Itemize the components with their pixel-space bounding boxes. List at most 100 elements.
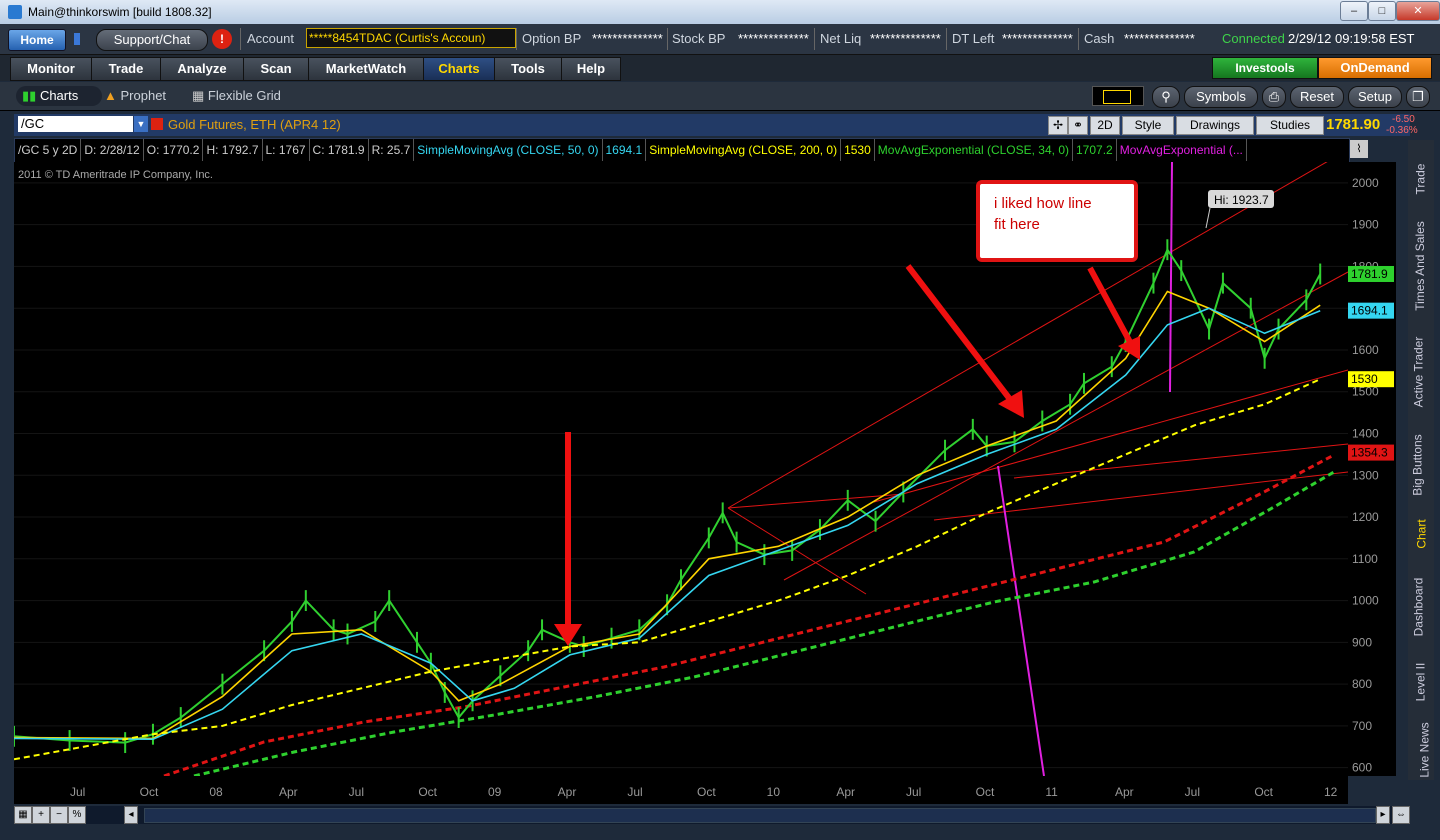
vtab-times-and-sales[interactable]: Times And Sales — [1408, 204, 1434, 314]
tab-help[interactable]: Help — [561, 57, 621, 81]
y-tick-label: 1100 — [1352, 552, 1378, 566]
study-range: R: 25.7 — [369, 139, 415, 161]
tab-monitor[interactable]: Monitor — [10, 57, 92, 81]
charts-subtoolbar: ▮▮ Charts ▲ Prophet ▦ Flexible Grid ⚲ Sy… — [0, 82, 1440, 111]
symbol-input[interactable]: /GC — [18, 116, 133, 132]
y-tick-label: 1300 — [1352, 468, 1379, 482]
vtab-level-ii[interactable]: Level II — [1408, 646, 1434, 704]
study-symbol: /GC 5 y 2D — [15, 139, 82, 161]
style-label: Style — [1134, 118, 1162, 132]
print-icon[interactable]: ⎙ — [1262, 86, 1286, 108]
investools-button[interactable]: Investools — [1212, 57, 1318, 79]
vtab-big-buttons[interactable]: Big Buttons — [1408, 418, 1434, 498]
y-tick-label: 600 — [1352, 761, 1372, 775]
alert-icon[interactable]: ! — [212, 29, 232, 49]
x-tick-label: Oct — [418, 785, 437, 799]
detach-icon[interactable]: ❐ — [1406, 86, 1430, 108]
tab-trade[interactable]: Trade — [91, 57, 161, 81]
vtab-live-news[interactable]: Live News — [1408, 710, 1434, 777]
zoom-out-icon[interactable]: − — [50, 806, 68, 824]
study-ema34-value: 1707.2 — [1073, 139, 1117, 161]
vtab-chart[interactable]: Chart — [1408, 504, 1434, 550]
annotation-callout[interactable]: i liked how line fit here — [976, 180, 1138, 262]
layout-icon[interactable]: ▦ — [14, 806, 32, 824]
scroll-left-icon[interactable]: ◂ — [124, 806, 138, 824]
x-tick-label: 10 — [767, 785, 781, 799]
y-tick-label: 700 — [1352, 719, 1372, 733]
support-chat-button[interactable]: Support/Chat — [96, 29, 208, 51]
drawing-color-box[interactable] — [1092, 86, 1144, 106]
dtleft-label: DT Left — [952, 31, 995, 46]
minimize-button[interactable]: – — [1340, 1, 1368, 21]
account-select[interactable]: *****8454TDAC (Curtis's Accoun) — [306, 28, 516, 48]
x-tick-label: Apr — [558, 785, 577, 799]
x-tick-label: Jul — [1185, 785, 1200, 799]
wrench-icon[interactable]: ⚲ — [1152, 86, 1180, 108]
study-sma50[interactable]: SimpleMovingAvg (CLOSE, 50, 0) — [414, 139, 603, 161]
studies-button[interactable]: Studies — [1256, 116, 1324, 135]
divider — [1078, 28, 1079, 50]
drawings-button[interactable]: Drawings — [1176, 116, 1254, 135]
crosshair-icon[interactable]: ✢ — [1048, 116, 1068, 135]
horizontal-scrollbar[interactable] — [144, 808, 1376, 823]
price-chart[interactable]: 2011 © TD Ameritrade IP Company, Inc. Hi… — [14, 162, 1348, 776]
link-icon[interactable]: ⚭ — [1068, 116, 1088, 135]
x-tick-label: Oct — [976, 785, 995, 799]
chart-settings-icon[interactable]: ⌇ — [1350, 140, 1368, 158]
vtab-active-trader[interactable]: Active Trader — [1408, 320, 1434, 410]
home-button[interactable]: Home — [8, 29, 66, 51]
setup-button[interactable]: Setup — [1348, 86, 1402, 108]
x-tick-label: Apr — [279, 785, 298, 799]
collapse-handle-icon[interactable] — [74, 33, 80, 45]
study-ema2[interactable]: MovAvgExponential (... — [1117, 139, 1247, 161]
subtab-grid-label: Flexible Grid — [207, 88, 281, 103]
y-tick-label: 800 — [1352, 677, 1372, 691]
right-side-panel: Trade Times And Sales Active Trader Big … — [1408, 140, 1434, 780]
close-button[interactable]: ✕ — [1396, 1, 1440, 21]
expand-icon[interactable]: ⇔ — [1392, 806, 1410, 824]
subtab-charts-label: Charts — [39, 88, 79, 103]
time-axis[interactable]: Jul Oct 08 Apr Jul Oct 09 Apr Jul Oct 10 Apr Jul Oct 1… — [14, 776, 1348, 804]
y-tick-label: 900 — [1352, 635, 1372, 649]
percent-icon[interactable]: % — [68, 806, 86, 824]
tab-charts[interactable]: Charts — [423, 57, 495, 81]
last-price: 1781.90 — [1326, 116, 1381, 133]
style-button[interactable]: Style — [1122, 116, 1174, 135]
divider — [946, 28, 947, 50]
series-line — [14, 378, 1321, 761]
x-tick-label: Jul — [349, 785, 364, 799]
reset-button[interactable]: Reset — [1290, 86, 1344, 108]
symbols-button[interactable]: Symbols — [1184, 86, 1258, 108]
option-bp-label: Option BP — [522, 31, 582, 46]
y-tick-label: 1000 — [1352, 594, 1379, 608]
series-line — [14, 290, 1321, 740]
x-tick-label: Oct — [1254, 785, 1273, 799]
symbol-dropdown-icon[interactable]: ▼ — [134, 116, 148, 132]
grid-icon: ▦ — [192, 88, 205, 103]
price-axis[interactable]: 2000190018001700160015001400130012001100… — [1348, 162, 1396, 776]
tab-tools[interactable]: Tools — [494, 57, 562, 81]
divider — [667, 28, 668, 50]
divider — [814, 28, 815, 50]
y-tick-label: 1600 — [1352, 343, 1379, 357]
study-ema34[interactable]: MovAvgExponential (CLOSE, 34, 0) — [875, 139, 1073, 161]
study-sma200[interactable]: SimpleMovingAvg (CLOSE, 200, 0) — [646, 139, 842, 161]
subtab-charts[interactable]: ▮▮ Charts — [16, 86, 102, 106]
subtab-prophet[interactable]: ▲ Prophet — [104, 86, 166, 106]
subtab-prophet-label: Prophet — [120, 88, 167, 103]
connection-status: Connected — [1222, 31, 1285, 46]
red-dashed-ma — [163, 453, 1335, 776]
tab-scan[interactable]: Scan — [243, 57, 309, 81]
main-tabs: Monitor Trade Analyze Scan MarketWatch C… — [0, 55, 1440, 81]
vtab-trade[interactable]: Trade — [1408, 144, 1434, 200]
x-tick-label: 09 — [488, 785, 502, 799]
vtab-dashboard[interactable]: Dashboard — [1408, 560, 1434, 640]
subtab-flexible-grid[interactable]: ▦ Flexible Grid — [192, 86, 281, 106]
zoom-in-icon[interactable]: + — [32, 806, 50, 824]
tab-analyze[interactable]: Analyze — [160, 57, 244, 81]
dimension-toggle[interactable]: 2D — [1090, 116, 1120, 135]
scroll-right-icon[interactable]: ▸ — [1376, 806, 1390, 824]
tab-marketwatch[interactable]: MarketWatch — [308, 57, 424, 81]
ondemand-button[interactable]: OnDemand — [1318, 57, 1432, 79]
maximize-button[interactable]: □ — [1368, 1, 1396, 21]
